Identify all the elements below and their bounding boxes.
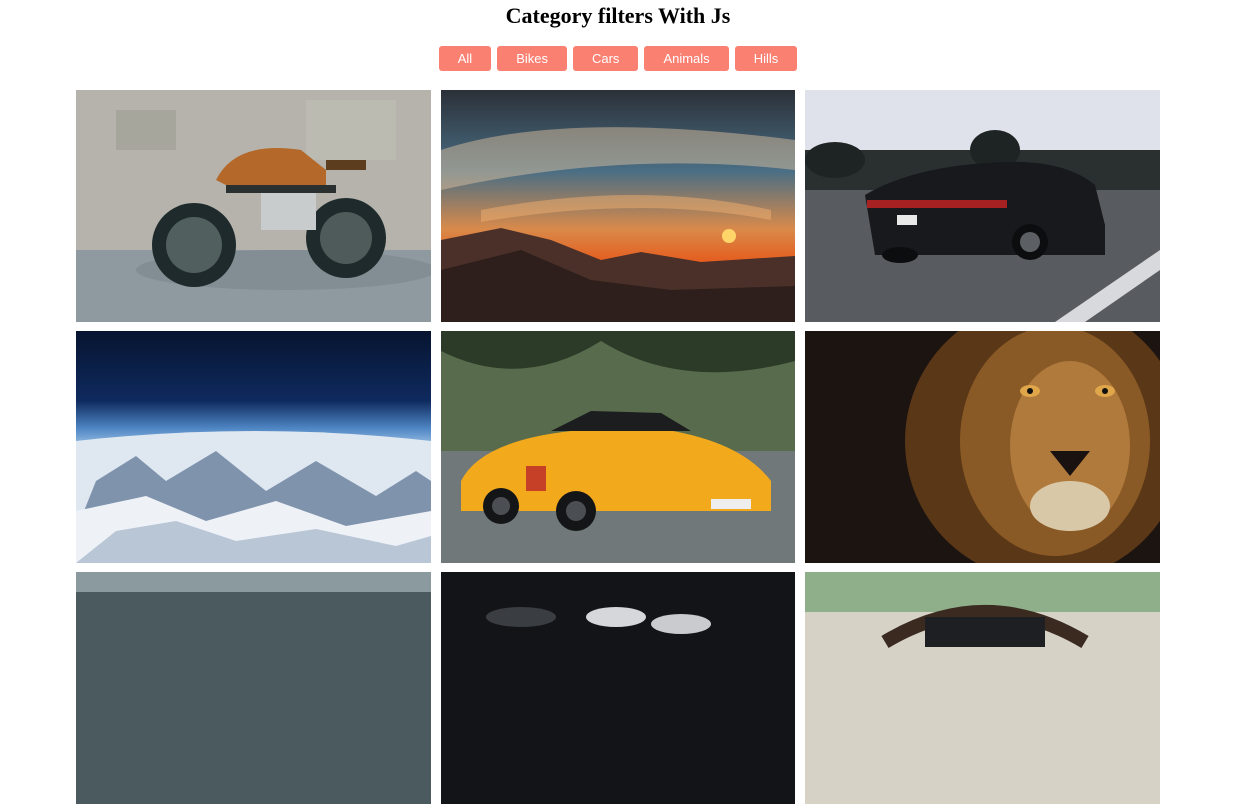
- filter-hills-button[interactable]: Hills: [734, 46, 798, 71]
- gallery-image-sunset-mountains: [441, 90, 795, 322]
- gallery-image-black-car: [805, 90, 1160, 322]
- gallery-image-lion: [805, 331, 1160, 563]
- filter-cars-button[interactable]: Cars: [572, 46, 639, 71]
- gallery-image-car-interior: [805, 572, 1160, 804]
- filter-animals-button[interactable]: Animals: [644, 46, 729, 71]
- filter-all-button[interactable]: All: [438, 46, 492, 71]
- gallery-image-dark-showroom: [441, 572, 795, 804]
- gallery-image-snowy-mountains: [76, 331, 431, 563]
- gallery-image-glass-building: [76, 572, 431, 804]
- gallery-image-motorcycle: [76, 90, 431, 322]
- gallery-image-yellow-sports-car: [441, 331, 795, 563]
- filter-bikes-button[interactable]: Bikes: [497, 46, 567, 71]
- image-gallery: [76, 90, 1160, 804]
- page-title: Category filters With Js: [505, 3, 731, 28]
- category-filter-bar: All Bikes Cars Animals Hills: [0, 46, 1236, 71]
